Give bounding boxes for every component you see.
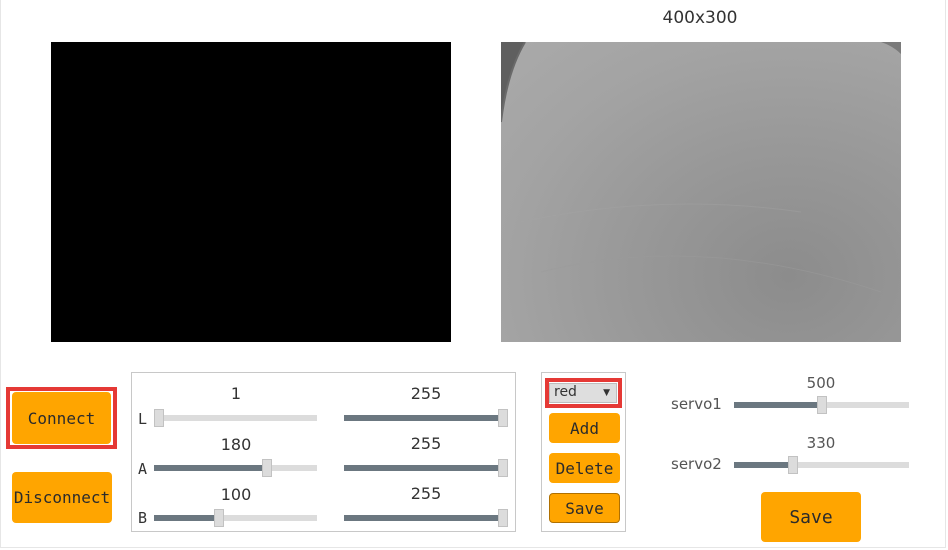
color-select-value: red bbox=[554, 384, 577, 400]
b-max-slider[interactable] bbox=[344, 509, 508, 527]
b-max-value: 255 bbox=[410, 484, 442, 503]
save-servo-button[interactable]: Save bbox=[761, 492, 861, 542]
a-max-value: 255 bbox=[410, 434, 442, 453]
connect-button[interactable]: Connect bbox=[12, 392, 111, 444]
b-axis-label: B bbox=[138, 509, 148, 527]
servo1-label: servo1 bbox=[671, 395, 722, 413]
l-min-slider[interactable] bbox=[153, 409, 317, 427]
color-select[interactable]: red ▼ bbox=[549, 383, 617, 403]
camera-frame-image bbox=[501, 42, 901, 293]
servo2-value: 330 bbox=[806, 434, 836, 452]
a-max-slider[interactable] bbox=[344, 459, 508, 477]
l-max-slider[interactable] bbox=[344, 409, 508, 427]
delete-color-button[interactable]: Delete bbox=[549, 453, 620, 483]
save-color-button[interactable]: Save bbox=[549, 493, 620, 523]
l-max-value: 255 bbox=[410, 384, 442, 403]
processed-camera-view bbox=[51, 42, 451, 342]
b-min-value: 100 bbox=[220, 485, 252, 504]
l-axis-label: L bbox=[138, 410, 148, 428]
disconnect-button[interactable]: Disconnect bbox=[12, 472, 112, 523]
lab-threshold-panel bbox=[131, 372, 516, 532]
servo2-slider[interactable] bbox=[734, 456, 909, 474]
live-camera-view bbox=[501, 42, 901, 342]
chevron-down-icon: ▼ bbox=[603, 388, 610, 398]
a-min-value: 180 bbox=[220, 435, 252, 454]
add-color-button[interactable]: Add bbox=[549, 413, 620, 443]
a-axis-label: A bbox=[138, 460, 148, 478]
resolution-label: 400x300 bbox=[662, 8, 738, 28]
servo1-slider[interactable] bbox=[734, 396, 909, 414]
servo2-label: servo2 bbox=[671, 455, 722, 473]
l-min-value: 1 bbox=[230, 384, 242, 403]
a-min-slider[interactable] bbox=[154, 459, 317, 477]
servo1-value: 500 bbox=[806, 374, 836, 392]
b-min-slider[interactable] bbox=[154, 509, 317, 527]
